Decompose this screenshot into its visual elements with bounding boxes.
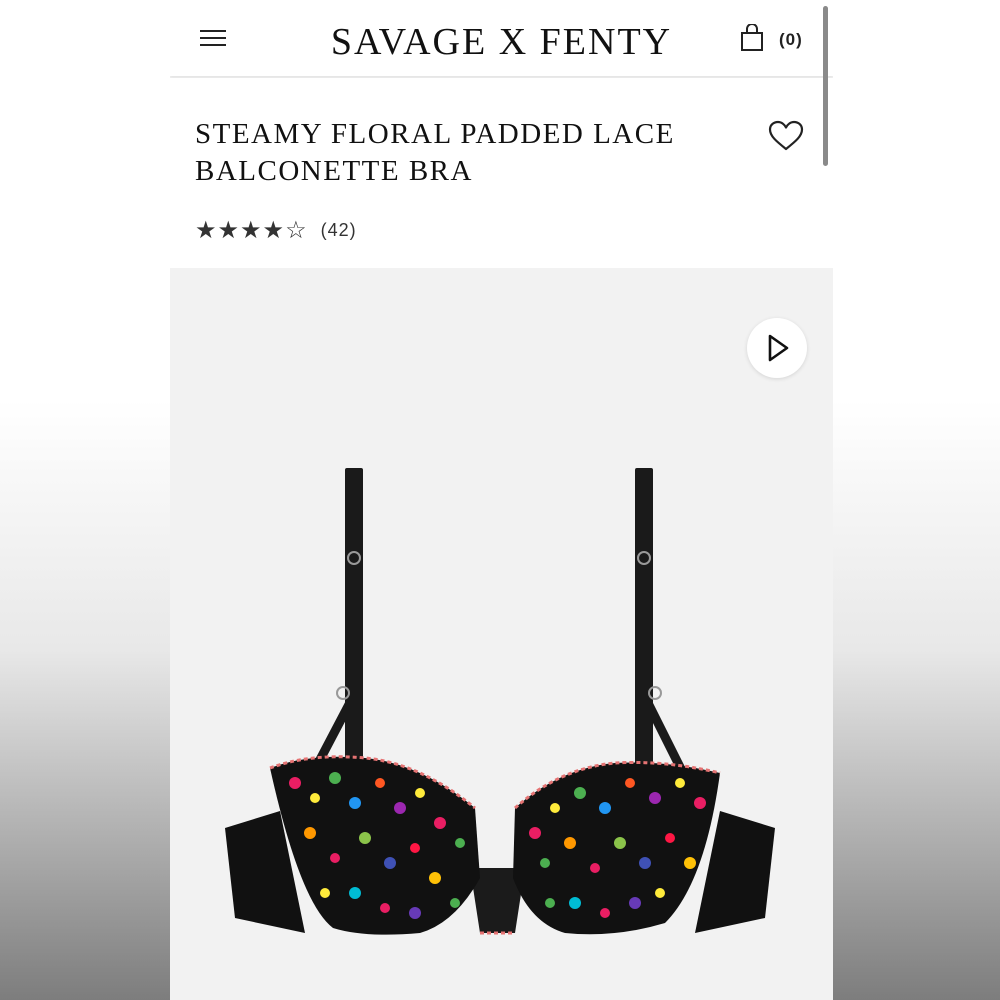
play-video-icon [768, 334, 789, 362]
product-image-gallery[interactable] [170, 268, 833, 1000]
review-count: (42) [320, 219, 357, 240]
wishlist-heart-icon[interactable] [768, 120, 804, 152]
mobile-screen: SAVAGE X FENTY (0) STEAMY FLORAL PADDED … [170, 0, 833, 1000]
scrollbar[interactable] [823, 6, 828, 166]
product-info: STEAMY FLORAL PADDED LACE BALCONETTE BRA… [170, 78, 833, 268]
play-video-button[interactable] [747, 318, 807, 378]
rating-stars: ★★★★☆ [195, 216, 308, 244]
shopping-bag-button[interactable]: (0) [739, 24, 809, 54]
bag-count: (0) [779, 30, 803, 49]
product-image [225, 468, 775, 935]
product-rating[interactable]: ★★★★☆ (42) [195, 216, 357, 244]
backdrop-right [833, 0, 1000, 1000]
backdrop-left [0, 0, 170, 1000]
product-title: STEAMY FLORAL PADDED LACE BALCONETTE BRA [195, 118, 675, 187]
brand-logo[interactable]: SAVAGE X FENTY [170, 20, 833, 64]
shopping-bag-icon [741, 24, 763, 51]
site-header: SAVAGE X FENTY (0) [170, 0, 833, 76]
